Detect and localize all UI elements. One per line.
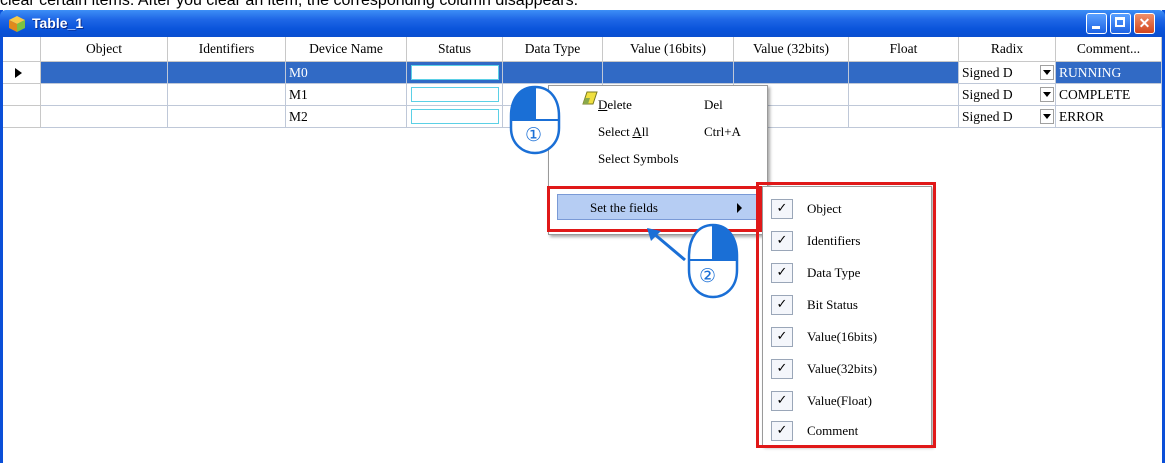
field-option-comment[interactable]: ✓ Comment <box>763 415 929 447</box>
menu-item-shortcut: Ctrl+A <box>704 124 741 139</box>
cell-float[interactable] <box>849 106 959 128</box>
field-option-label: Value(32bits) <box>807 361 878 376</box>
table-window: Table_1 ✕ Object Identifiers Device Name… <box>0 10 1165 463</box>
field-option-label: Identifiers <box>807 233 861 248</box>
pointer-arrow-icon <box>647 228 686 262</box>
cell-float[interactable] <box>849 84 959 106</box>
radix-dropdown-arrow-icon[interactable] <box>1040 65 1054 80</box>
menu-item-select-symbols[interactable]: Select Symbols <box>549 146 765 172</box>
row-selector[interactable] <box>3 106 41 128</box>
menu-item-set-the-fields[interactable]: Set the fields <box>557 194 757 220</box>
close-button[interactable]: ✕ <box>1134 13 1155 34</box>
check-icon[interactable]: ✓ <box>771 421 793 441</box>
row-selector[interactable] <box>3 84 41 106</box>
field-option-label: Value(16bits) <box>807 329 878 344</box>
cell-device-name[interactable]: M0 <box>286 62 407 84</box>
cell-device-name[interactable]: M2 <box>286 106 407 128</box>
cell-object[interactable] <box>41 84 168 106</box>
field-option-value-float[interactable]: ✓ Value(Float) <box>763 385 929 417</box>
context-menu: Delete Del Select All Ctrl+A Select Symb… <box>548 85 768 235</box>
field-option-identifiers[interactable]: ✓ Identifiers <box>763 225 929 257</box>
menu-item-label: Select Symbols <box>598 151 679 166</box>
field-option-label: Data Type <box>807 265 861 280</box>
column-header-comment[interactable]: Comment... <box>1056 37 1162 62</box>
cell-radix[interactable]: Signed D <box>959 84 1056 106</box>
caption-text: clear certain items. After you clear an … <box>0 0 579 9</box>
check-icon[interactable]: ✓ <box>771 327 793 347</box>
cell-object[interactable] <box>41 62 168 84</box>
field-option-data-type[interactable]: ✓ Data Type <box>763 257 929 289</box>
table-cube-icon <box>9 16 25 32</box>
field-option-bit-status[interactable]: ✓ Bit Status <box>763 289 929 321</box>
column-header-device-name[interactable]: Device Name <box>286 37 407 62</box>
fields-submenu: ✓ Object ✓ Identifiers ✓ Data Type ✓ Bit… <box>762 186 932 446</box>
field-option-object[interactable]: ✓ Object <box>763 193 929 225</box>
row-header-corner <box>3 37 41 62</box>
field-option-value-32bits[interactable]: ✓ Value(32bits) <box>763 353 929 385</box>
check-icon[interactable]: ✓ <box>771 295 793 315</box>
cell-comment[interactable]: RUNNING <box>1056 62 1162 84</box>
callout-step-2: ② <box>699 265 717 287</box>
status-indicator <box>411 109 499 124</box>
cell-object[interactable] <box>41 106 168 128</box>
check-icon[interactable]: ✓ <box>771 359 793 379</box>
field-option-label: Bit Status <box>807 297 858 312</box>
cell-radix[interactable]: Signed D <box>959 62 1056 84</box>
title-bar[interactable]: Table_1 ✕ <box>0 10 1165 37</box>
window-title: Table_1 <box>32 15 84 31</box>
cell-comment[interactable]: ERROR <box>1056 106 1162 128</box>
column-header-object[interactable]: Object <box>41 37 168 62</box>
check-icon[interactable]: ✓ <box>771 231 793 251</box>
submenu-arrow-icon <box>737 203 742 213</box>
radix-dropdown-arrow-icon[interactable] <box>1040 87 1054 102</box>
minimize-button[interactable] <box>1086 13 1107 34</box>
cell-value-32[interactable] <box>734 62 849 84</box>
column-header-float[interactable]: Float <box>849 37 959 62</box>
menu-item-select-all[interactable]: Select All Ctrl+A <box>549 119 765 145</box>
field-option-value-16bits[interactable]: ✓ Value(16bits) <box>763 321 929 353</box>
menu-item-label: Set the fields <box>590 200 658 215</box>
field-option-label: Object <box>807 201 842 216</box>
column-header-identifiers[interactable]: Identifiers <box>168 37 286 62</box>
cell-device-name[interactable]: M1 <box>286 84 407 106</box>
cell-identifiers[interactable] <box>168 84 286 106</box>
cell-value-16[interactable] <box>603 62 734 84</box>
status-indicator <box>411 87 499 102</box>
cell-status[interactable] <box>407 106 503 128</box>
radix-value: Signed D <box>962 109 1013 124</box>
column-header-data-type[interactable]: Data Type <box>503 37 603 62</box>
mouse-right-click-callout-icon <box>687 223 739 299</box>
field-option-label: Value(Float) <box>807 393 872 408</box>
check-icon[interactable]: ✓ <box>771 391 793 411</box>
check-icon[interactable]: ✓ <box>771 199 793 219</box>
menu-item-shortcut: Del <box>704 97 723 112</box>
radix-value: Signed D <box>962 87 1013 102</box>
callout-step-1: ① <box>525 124 543 146</box>
cell-status[interactable] <box>407 62 503 84</box>
menu-item-label: Select All <box>598 124 649 139</box>
menu-item-label: Delete <box>598 97 632 112</box>
column-header-value-16[interactable]: Value (16bits) <box>603 37 734 62</box>
column-header-radix[interactable]: Radix <box>959 37 1056 62</box>
field-option-label: Comment <box>807 423 859 438</box>
column-header-status[interactable]: Status <box>407 37 503 62</box>
column-header-value-32[interactable]: Value (32bits) <box>734 37 849 62</box>
row-selector[interactable] <box>3 62 41 84</box>
radix-value: Signed D <box>962 65 1013 80</box>
cell-comment[interactable]: COMPLETE <box>1056 84 1162 106</box>
cell-float[interactable] <box>849 62 959 84</box>
cell-identifiers[interactable] <box>168 62 286 84</box>
cell-status[interactable] <box>407 84 503 106</box>
current-row-arrow-icon <box>15 68 22 78</box>
radix-dropdown-arrow-icon[interactable] <box>1040 109 1054 124</box>
menu-item-delete[interactable]: Delete Del <box>549 92 765 118</box>
cell-identifiers[interactable] <box>168 106 286 128</box>
cell-radix[interactable]: Signed D <box>959 106 1056 128</box>
check-icon[interactable]: ✓ <box>771 263 793 283</box>
cell-data-type[interactable] <box>503 62 603 84</box>
status-indicator <box>411 65 499 80</box>
maximize-button[interactable] <box>1110 13 1131 34</box>
